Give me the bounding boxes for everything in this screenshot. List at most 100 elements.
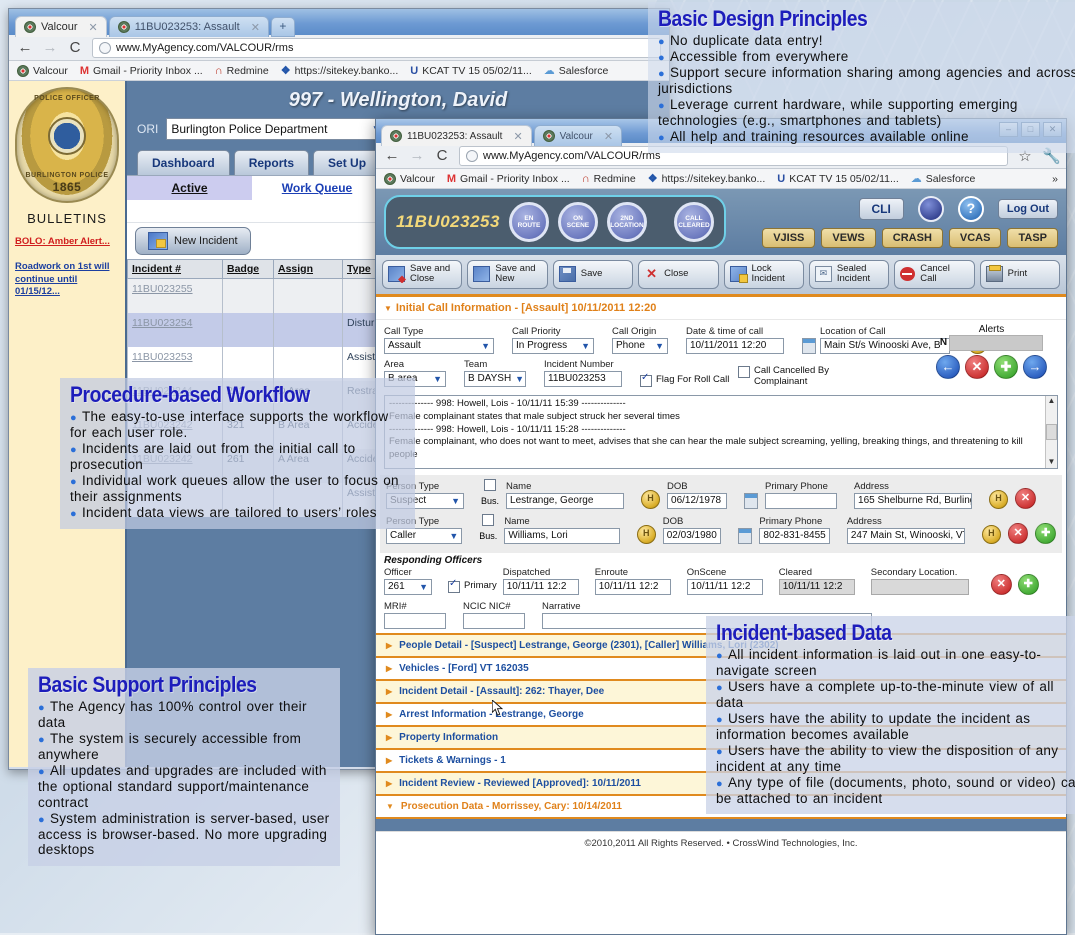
cli-button[interactable]: CLI [858,198,904,220]
name-input[interactable]: Williams, Lori [504,527,620,544]
next-record-icon[interactable]: → [1023,354,1047,379]
bookmark-gmail[interactable]: M Gmail - Priority Inbox ... [80,65,203,77]
history-icon[interactable]: H [636,524,656,544]
bookmarks-overflow[interactable]: » [1052,173,1058,185]
tab-reports[interactable]: Reports [233,150,310,175]
call-priority-select[interactable]: In Progress ▼ [512,337,594,354]
calendar-icon[interactable] [802,337,816,354]
button-vjiss[interactable]: VJISS [762,228,816,248]
button-vcas[interactable]: VCAS [948,228,1002,248]
flag-for-roll-call-checkbox[interactable]: Flag For Roll Call [640,372,730,387]
bookmark-kcat[interactable]: U KCAT TV 15 05/02/11... [410,65,532,77]
bulletin-bolo-link[interactable]: BOLO: Amber Alert... [15,236,119,249]
narrative-scrollbar[interactable]: ▲ ▼ [1045,395,1057,468]
col-incident[interactable]: Incident # [127,259,223,279]
button-crash[interactable]: CRASH [881,228,943,248]
button-vews[interactable]: VEWS [821,228,876,248]
bookmark-redmine[interactable]: ∩ Redmine [582,173,636,185]
back-icon[interactable]: ← [384,147,400,164]
add-record-icon[interactable]: ✚ [994,354,1018,379]
close-icon[interactable]: ✕ [88,21,97,34]
bookmark-salesforce[interactable]: ☁ Salesforce [911,172,976,186]
delete-person-icon[interactable]: ✕ [1015,487,1037,509]
dispatched-input[interactable]: 10/11/11 12:2 [502,578,579,595]
close-icon[interactable]: ✕ [251,21,260,34]
initial-call-header[interactable]: ▼ Initial Call Information - [Assault] 10… [376,297,1066,320]
subtab-active[interactable]: Active [127,176,252,200]
mri-input[interactable] [384,612,446,629]
forward-icon[interactable]: → [409,147,425,164]
address-input[interactable]: 247 Main St, Winooski, VT [846,527,965,544]
checkbox-icon[interactable] [482,513,495,526]
orb-icon[interactable] [917,196,944,222]
status-button-call-cleared[interactable]: CALL CLEARED [673,202,714,242]
col-assign[interactable]: Assign [273,259,343,279]
close-button[interactable]: ✕ Close [638,260,719,289]
back-icon[interactable]: ← [17,39,33,56]
alerts-input[interactable] [949,334,1044,351]
incident-number-input[interactable]: 11BU023253 [544,370,622,387]
status-button-onscene[interactable]: ON SCENE [557,202,598,242]
address-input[interactable]: 165 Shelburne Rd, Burling [854,492,973,509]
dob-input[interactable]: 06/12/1978 [667,492,728,509]
history-icon[interactable]: H [989,489,1009,509]
logout-button[interactable]: Log Out [997,199,1058,219]
reload-icon[interactable]: C [434,147,450,164]
ori-select[interactable]: Burlington Police Department ▼ [166,118,387,140]
prev-record-icon[interactable]: ← [936,354,960,379]
scrollbar-thumb[interactable] [1046,423,1057,440]
calendar-icon[interactable] [738,527,753,544]
delete-person-icon[interactable]: ✕ [1007,522,1029,544]
add-officer-icon[interactable]: ✚ [1017,573,1039,595]
status-button-2nd-location[interactable]: 2ND LOCATION [606,202,647,242]
reload-icon[interactable]: C [67,39,83,56]
bookmark-valcour[interactable]: Valcour [384,172,435,185]
delete-record-icon[interactable]: ✕ [965,354,989,379]
bookmark-valcour[interactable]: Valcour [17,64,68,77]
save-button[interactable]: Save [552,260,634,289]
bookmark-salesforce[interactable]: ☁ Salesforce [544,64,609,78]
delete-officer-icon[interactable]: ✕ [990,573,1012,595]
outer-tab-incident[interactable]: 11BU023253: Assault ✕ [108,16,269,37]
history-icon[interactable]: H [981,524,1001,544]
add-person-icon[interactable]: ✚ [1035,522,1056,544]
lock-incident-button[interactable]: Lock Incident [723,260,804,289]
button-tasp[interactable]: TASP [1007,228,1058,248]
new-tab-button[interactable]: + [270,17,295,37]
cancel-call-button[interactable]: Cancel Call [894,260,975,289]
close-icon[interactable]: ✕ [604,130,613,143]
ncic-input[interactable] [463,612,525,629]
inner-tab-incident[interactable]: 11BU023253: Assault ✕ [381,125,532,146]
bookmark-redmine[interactable]: ∩ Redmine [215,65,269,77]
tab-dashboard[interactable]: Dashboard [137,150,230,175]
onscene-input[interactable]: 10/11/11 12:2 [686,578,763,595]
bookmark-kcat[interactable]: U KCAT TV 15 05/02/11... [777,173,899,185]
call-origin-select[interactable]: Phone ▼ [612,337,668,354]
outer-url-bar[interactable]: www.MyAgency.com/VALCOUR/rms [92,37,661,58]
status-button-enroute[interactable]: EN ROUTE [508,202,549,242]
bookmark-gmail[interactable]: M Gmail - Priority Inbox ... [447,173,570,185]
bookmark-sitekey[interactable]: ❖ https://sitekey.banko... [648,172,766,186]
enroute-input[interactable]: 10/11/11 12:2 [594,578,671,595]
datetime-input[interactable]: 10/11/2011 12:20 [686,337,784,354]
officer-select[interactable]: 261 ▼ [384,578,432,595]
incident-link[interactable]: 11BU023255 [132,283,193,295]
bulletin-roadwork-link[interactable]: Roadwork on 1st will continue until 01/1… [15,261,119,299]
close-icon[interactable]: ✕ [513,130,522,143]
incident-link[interactable]: 11BU023253 [132,351,193,363]
person-type-select[interactable]: Caller ▼ [386,527,463,544]
bookmark-sitekey[interactable]: ❖ https://sitekey.banko... [281,64,399,78]
secondary-location-input[interactable] [870,578,969,595]
call-cancelled-checkbox[interactable]: Call Cancelled By Complainant [738,365,838,387]
scroll-up-icon[interactable]: ▲ [1048,396,1056,407]
history-icon[interactable]: H [641,489,661,509]
col-badge[interactable]: Badge [222,259,274,279]
checkbox-icon[interactable] [484,478,496,491]
cleared-input[interactable]: 10/11/11 12:2 [778,578,855,595]
dob-input[interactable]: 02/03/1980 [662,527,722,544]
calendar-icon[interactable] [744,492,759,509]
incident-link[interactable]: 11BU023254 [132,317,193,329]
call-narrative-box[interactable]: -------------- 998: Howell, Lois - 10/11… [384,394,1058,469]
scroll-down-icon[interactable]: ▼ [1048,457,1056,468]
sealed-incident-button[interactable]: ✉ Sealed Incident [808,260,890,289]
